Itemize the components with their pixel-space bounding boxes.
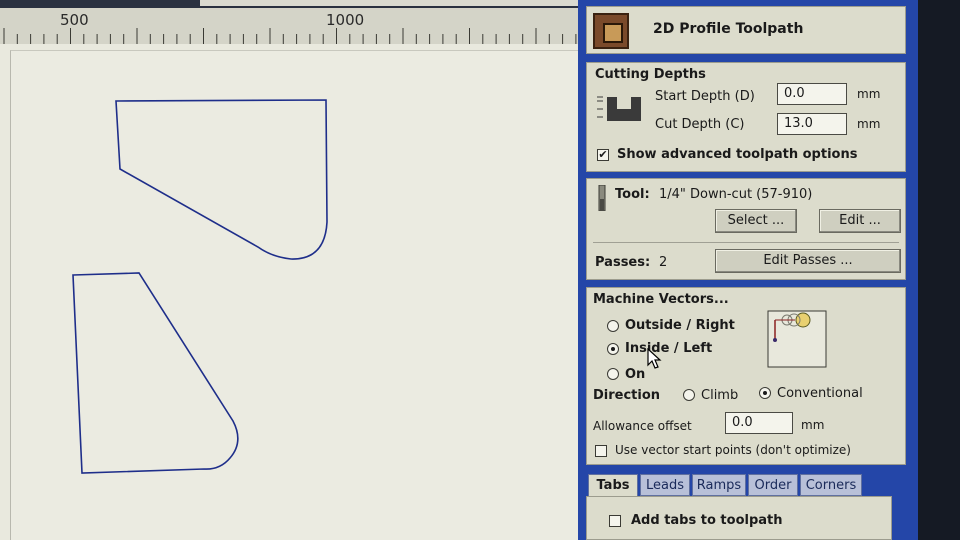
tab-ramps[interactable]: Ramps bbox=[692, 474, 746, 496]
tool-bit-icon bbox=[598, 185, 606, 211]
ruler-label-500: 500 bbox=[60, 11, 89, 29]
start-depth-field[interactable]: 0.0 bbox=[777, 83, 847, 105]
passes-value: 2 bbox=[659, 255, 668, 270]
select-tool-button[interactable]: Select ... bbox=[715, 209, 797, 233]
radio-inside-left[interactable] bbox=[607, 343, 619, 355]
top-strip bbox=[0, 0, 578, 8]
drawing-area[interactable] bbox=[0, 44, 578, 540]
panel-header: 2D Profile Toolpath bbox=[586, 6, 906, 54]
machine-vectors-section: Machine Vectors... Outside / Right Insid… bbox=[586, 287, 906, 465]
vector-layer[interactable] bbox=[0, 44, 578, 540]
tool-section: Tool: 1/4" Down-cut (57-910) Select ... … bbox=[586, 178, 906, 280]
vector-start-checkbox[interactable] bbox=[595, 445, 607, 457]
cut-depth-label: Cut Depth (C) bbox=[655, 117, 745, 132]
vector-start-label: Use vector start points (don't optimize) bbox=[615, 443, 851, 457]
toolpath-panel: 2D Profile Toolpath Cutting Depths Start… bbox=[578, 0, 918, 540]
tab-leads[interactable]: Leads bbox=[640, 474, 690, 496]
on-label: On bbox=[625, 367, 646, 382]
vector-shape-upper[interactable] bbox=[115, 99, 328, 260]
tool-separator bbox=[593, 242, 899, 243]
start-depth-label: Start Depth (D) bbox=[655, 89, 755, 104]
vector-offset-preview-icon bbox=[767, 310, 827, 368]
drawing-canvas-area: 500 1000 bbox=[0, 0, 578, 540]
horizontal-ruler: 500 1000 bbox=[0, 8, 578, 45]
options-tabs-section: Tabs Leads Ramps Order Corners Add tabs … bbox=[586, 472, 906, 540]
cutting-depths-heading: Cutting Depths bbox=[595, 67, 706, 82]
add-tabs-checkbox[interactable] bbox=[609, 515, 621, 527]
tool-label: Tool: bbox=[615, 187, 650, 202]
screen-edge bbox=[918, 0, 960, 540]
start-depth-unit: mm bbox=[857, 87, 881, 101]
radio-outside-right[interactable] bbox=[607, 320, 619, 332]
show-advanced-checkbox[interactable]: ✔ bbox=[597, 149, 609, 161]
show-advanced-label: Show advanced toolpath options bbox=[617, 147, 858, 162]
climb-label: Climb bbox=[701, 388, 739, 403]
edit-tool-button[interactable]: Edit ... bbox=[819, 209, 901, 233]
ruler-label-1000: 1000 bbox=[326, 11, 365, 29]
inside-left-label: Inside / Left bbox=[625, 341, 713, 356]
machine-vectors-heading: Machine Vectors... bbox=[593, 292, 729, 307]
allowance-offset-field[interactable]: 0.0 bbox=[725, 412, 793, 434]
radio-on[interactable] bbox=[607, 368, 619, 380]
tab-tabs[interactable]: Tabs bbox=[588, 474, 638, 498]
tab-corners[interactable]: Corners bbox=[800, 474, 862, 496]
conventional-label: Conventional bbox=[777, 386, 863, 401]
tab-order[interactable]: Order bbox=[748, 474, 798, 496]
panel-title: 2D Profile Toolpath bbox=[653, 21, 804, 37]
profile-toolpath-icon bbox=[593, 13, 629, 49]
radio-conventional[interactable] bbox=[759, 387, 771, 399]
tool-name: 1/4" Down-cut (57-910) bbox=[659, 187, 813, 202]
allowance-offset-label: Allowance offset bbox=[593, 419, 692, 433]
direction-label: Direction bbox=[593, 388, 661, 403]
mouse-cursor-icon bbox=[647, 348, 662, 369]
radio-climb[interactable] bbox=[683, 389, 695, 401]
cut-depth-unit: mm bbox=[857, 117, 881, 131]
passes-label: Passes: bbox=[595, 255, 651, 270]
vector-shape-lower[interactable] bbox=[72, 272, 239, 474]
outside-right-label: Outside / Right bbox=[625, 318, 735, 333]
cut-depth-field[interactable]: 13.0 bbox=[777, 113, 847, 135]
edit-passes-button[interactable]: Edit Passes ... bbox=[715, 249, 901, 273]
add-tabs-label: Add tabs to toolpath bbox=[631, 513, 783, 528]
cutting-depths-section: Cutting Depths Start Depth (D) 0.0 mm Cu… bbox=[586, 62, 906, 172]
tab-content: Add tabs to toolpath bbox=[586, 496, 892, 540]
allowance-unit: mm bbox=[801, 418, 825, 432]
document-tab-strip bbox=[200, 0, 578, 6]
depth-diagram-icon bbox=[597, 96, 641, 121]
